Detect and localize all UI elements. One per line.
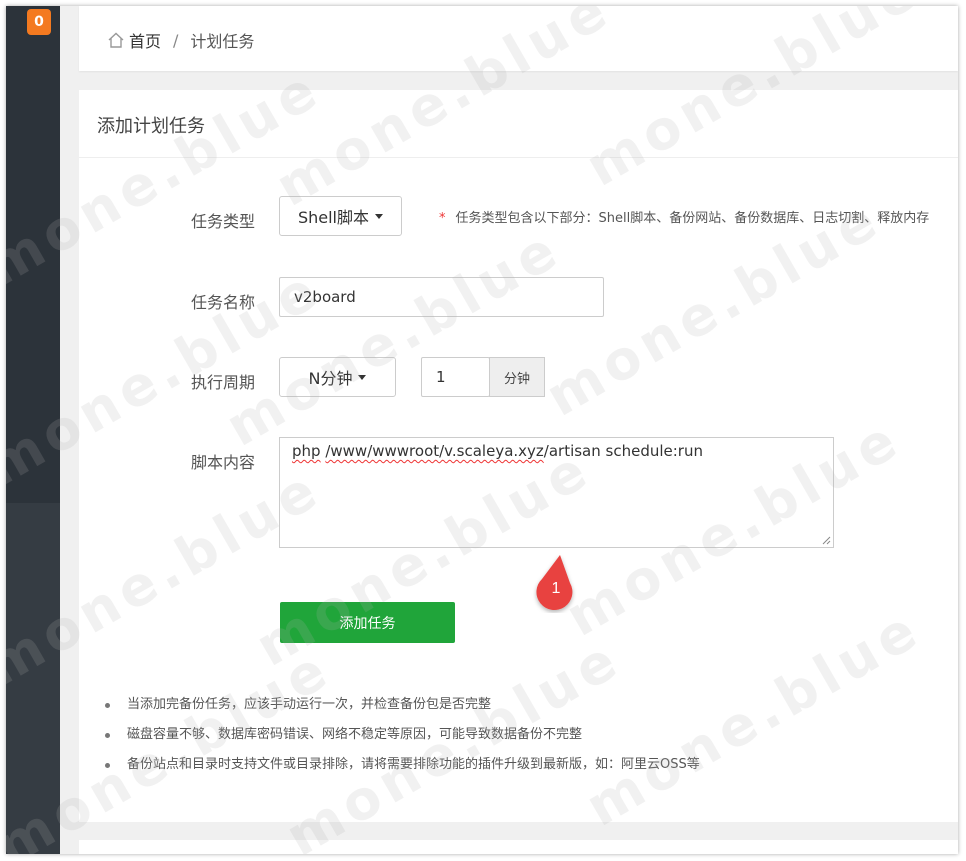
caret-down-icon bbox=[358, 374, 367, 380]
cycle-value: N分钟 bbox=[308, 369, 353, 388]
task-type-dropdown[interactable]: Shell脚本 bbox=[279, 196, 402, 236]
breadcrumb-home[interactable]: 首页 bbox=[129, 28, 161, 52]
note-item: 备份站点和目录时支持文件或目录排除，请将需要排除功能的插件升级到最新版，如：阿里… bbox=[103, 754, 700, 784]
script-part-path: /www/wwwroot/v.scaleya.xyz bbox=[325, 442, 544, 460]
task-type-value: Shell脚本 bbox=[297, 208, 370, 227]
task-type-hint: * 任务类型包含以下部分：Shell脚本、备份网站、备份数据库、日志切割、释放内存 bbox=[439, 207, 929, 226]
cycle-dropdown[interactable]: N分钟 bbox=[279, 357, 396, 397]
script-part-command: /artisan schedule:run bbox=[543, 442, 703, 460]
task-name-value: v2board bbox=[294, 288, 356, 306]
script-part-php: php bbox=[292, 442, 321, 460]
hint-text: 任务类型包含以下部分：Shell脚本、备份网站、备份数据库、日志切割、释放内存 bbox=[455, 211, 930, 226]
card-title: 添加计划任务 bbox=[97, 116, 205, 137]
app-window: 0 首页 / 计划任务 添加计划任务 任务类型 Shell脚本 * 任务类型包含以… bbox=[6, 6, 958, 854]
script-label: 脚本内容 bbox=[190, 453, 255, 472]
required-star: * bbox=[439, 211, 446, 226]
annotation-marker-icon: 1 bbox=[536, 555, 573, 611]
annotation-marker-number: 1 bbox=[552, 580, 561, 597]
notes-list: 当添加完备份任务，应该手动运行一次，并检查备份包是否完整 磁盘容量不够、数据库密… bbox=[103, 694, 700, 784]
sidebar: 0 bbox=[6, 6, 60, 854]
sidebar-lower-band bbox=[6, 503, 60, 854]
breadcrumb: 首页 / 计划任务 bbox=[107, 28, 254, 52]
minutes-unit: 分钟 bbox=[489, 357, 545, 397]
note-item: 磁盘容量不够、数据库密码错误、网络不稳定等原因，可能导致数据备份不完整 bbox=[103, 724, 700, 754]
resize-handle-icon[interactable] bbox=[821, 535, 831, 545]
breadcrumb-current: 计划任务 bbox=[190, 32, 255, 51]
minutes-value: 1 bbox=[436, 368, 446, 386]
task-type-label: 任务类型 bbox=[190, 212, 255, 231]
header-bar: 首页 / 计划任务 bbox=[79, 6, 958, 71]
add-task-button[interactable]: 添加任务 bbox=[280, 602, 455, 643]
note-item: 当添加完备份任务，应该手动运行一次，并检查备份包是否完整 bbox=[103, 694, 700, 724]
task-name-input[interactable]: v2board bbox=[279, 277, 604, 317]
next-card bbox=[79, 840, 958, 854]
home-icon bbox=[108, 32, 124, 48]
caret-down-icon bbox=[375, 213, 384, 219]
script-textarea[interactable]: php /www/wwwroot/v.scaleya.xyz/artisan s… bbox=[279, 437, 834, 548]
minutes-input[interactable]: 1 bbox=[421, 357, 490, 397]
notification-badge[interactable]: 0 bbox=[27, 9, 51, 35]
breadcrumb-separator: / bbox=[173, 30, 179, 50]
cycle-label: 执行周期 bbox=[190, 373, 255, 392]
task-name-label: 任务名称 bbox=[190, 293, 255, 312]
add-task-card: 添加计划任务 任务类型 Shell脚本 * 任务类型包含以下部分：Shell脚本、… bbox=[79, 90, 958, 822]
card-divider bbox=[79, 157, 958, 158]
